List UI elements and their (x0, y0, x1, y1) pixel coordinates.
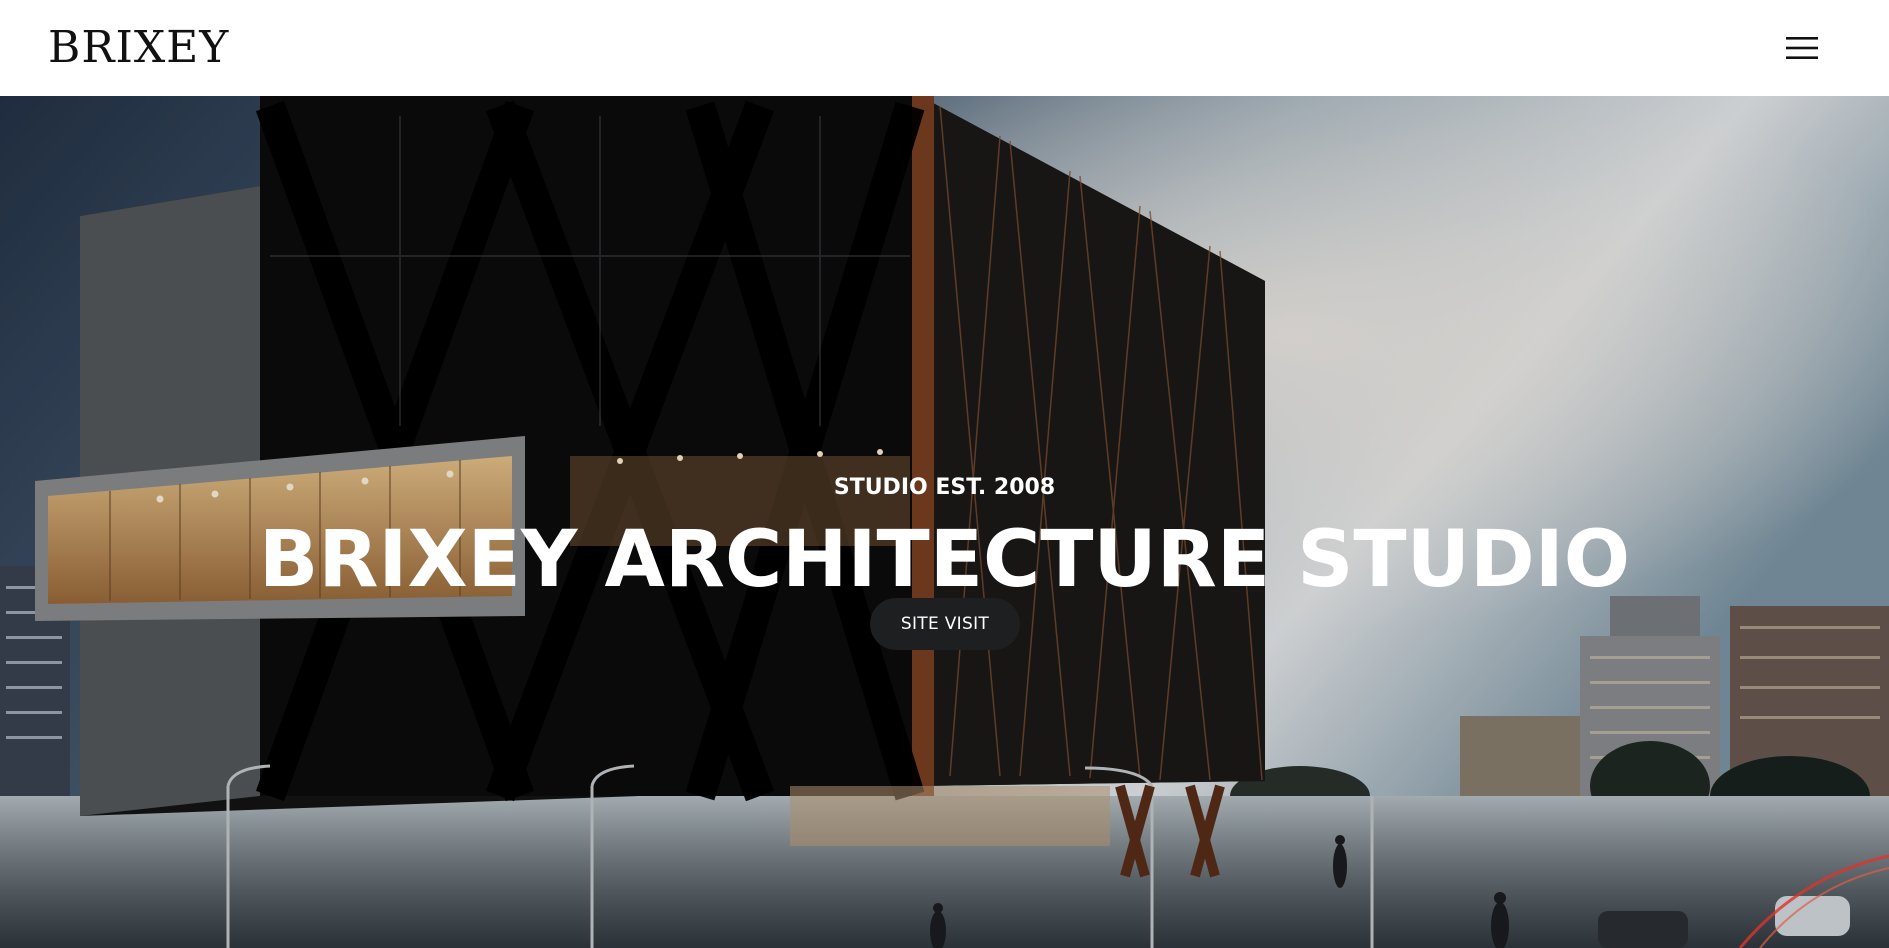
hamburger-menu-icon (1780, 28, 1824, 68)
hero-section: STUDIO EST. 2008 BRIXEY ARCHITECTURE STU… (0, 96, 1889, 948)
site-visit-button[interactable]: SITE VISIT (870, 598, 1020, 650)
site-logo[interactable]: BRIXEY (48, 20, 229, 76)
hero-eyebrow: STUDIO EST. 2008 (833, 475, 1056, 500)
site-header: BRIXEY (0, 0, 1889, 96)
hero-content: STUDIO EST. 2008 BRIXEY ARCHITECTURE STU… (0, 96, 1889, 948)
hero-title: BRIXEY ARCHITECTURE STUDIO (258, 515, 1631, 605)
menu-button[interactable] (1780, 28, 1824, 68)
